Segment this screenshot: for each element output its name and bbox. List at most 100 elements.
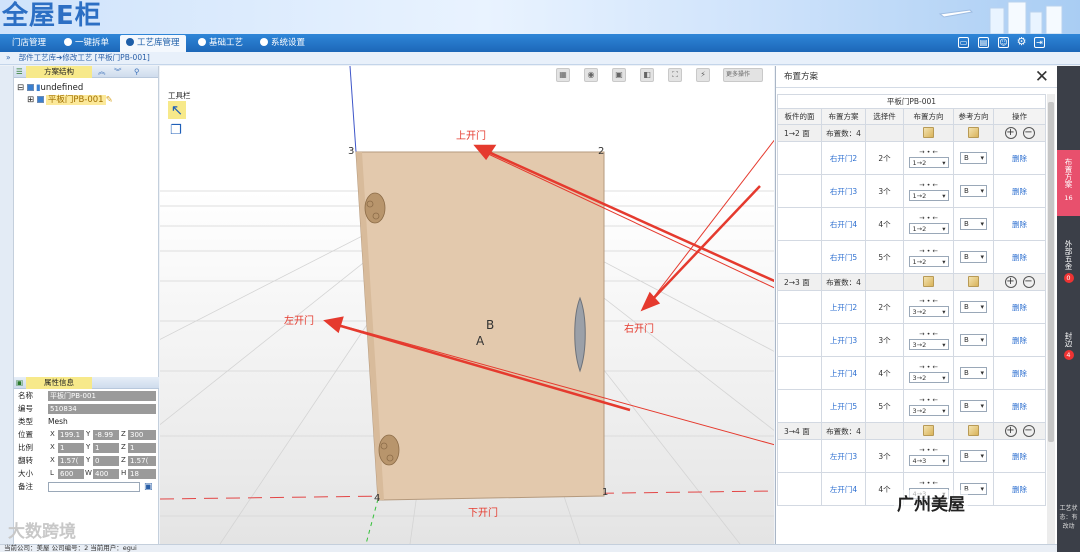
checkbox[interactable] (36, 96, 44, 103)
reference-select[interactable]: B (960, 334, 987, 346)
pos-y-field[interactable]: -8.99 (93, 430, 119, 440)
add-icon[interactable]: + (1004, 425, 1017, 437)
remove-icon[interactable]: − (1022, 127, 1035, 139)
pointer-tool-icon[interactable]: ↖ (168, 101, 186, 119)
user-icon[interactable]: ☺ (998, 37, 1009, 48)
pos-x-field[interactable]: 199.1 (58, 430, 84, 440)
size-w-field[interactable]: 400 (93, 469, 119, 479)
delete-link[interactable]: 删除 (1012, 336, 1027, 345)
name-field[interactable]: 平板门PB-001 (48, 391, 156, 401)
direction-select[interactable]: 1→2 (908, 190, 949, 201)
view-select[interactable]: 更多操作 (723, 68, 763, 82)
pos-z-field[interactable]: 300 (128, 430, 156, 440)
size-l-field[interactable]: 600 (58, 469, 84, 479)
edit-icon[interactable] (968, 126, 979, 138)
reference-select[interactable]: B (960, 400, 987, 412)
scale-x-field[interactable]: 1 (58, 443, 84, 453)
tree-node-door[interactable]: ⊞ 平板门PB-001 ✎ (17, 94, 155, 106)
direction-select[interactable]: 3→2 (908, 405, 949, 416)
scheme-link[interactable]: 左开门4 (830, 485, 857, 494)
scale-z-field[interactable]: 1 (128, 443, 156, 453)
direction-select[interactable]: 4→3 (908, 455, 949, 466)
collapse-up-icon[interactable]: ︽ (98, 66, 106, 78)
dock-tab-hardware[interactable]: 外部五金 0 (1057, 236, 1080, 302)
edit-icon[interactable] (968, 275, 979, 287)
reference-select[interactable]: B (960, 185, 987, 197)
breadcrumb-text[interactable]: 部件工艺库➔修改工艺 [平板门PB-001] (19, 53, 150, 62)
delete-link[interactable]: 删除 (1012, 369, 1027, 378)
tab-process-library[interactable]: 工艺库管理 (120, 35, 186, 52)
rot-z-field[interactable]: 1.57( (128, 456, 156, 466)
expand-down-icon[interactable]: ︾ (114, 66, 122, 78)
dock-tab-layout[interactable]: 布置方案 16 (1057, 150, 1080, 216)
book-icon[interactable]: ▤ (978, 37, 989, 48)
direction-select[interactable]: 3→2 (908, 339, 949, 350)
tool-icon-3[interactable]: ▣ (612, 68, 626, 82)
close-icon[interactable]: ✕ (1035, 68, 1049, 86)
remove-icon[interactable]: − (1022, 276, 1035, 288)
code-field[interactable]: 510834 (48, 404, 156, 414)
edit-icon[interactable] (968, 424, 979, 436)
scheme-link[interactable]: 右开门2 (830, 154, 857, 163)
reference-select[interactable]: B (960, 251, 987, 263)
reference-select[interactable]: B (960, 218, 987, 230)
direction-select[interactable]: 1→2 (908, 157, 949, 168)
monitor-icon[interactable]: ▭ (958, 37, 969, 48)
delete-link[interactable]: 删除 (1012, 485, 1027, 494)
scale-y-field[interactable]: 1 (93, 443, 119, 453)
dock-tab-edge-banding[interactable]: 封边 4 (1057, 332, 1080, 372)
direction-select[interactable]: 3→2 (908, 372, 949, 383)
scroll-thumb[interactable] (1048, 102, 1054, 442)
rot-y-field[interactable]: 0 (93, 456, 119, 466)
layers-tool-icon[interactable]: ❐ (170, 124, 184, 138)
delete-link[interactable]: 删除 (1012, 253, 1027, 262)
search-icon[interactable]: ⚲ (134, 66, 140, 78)
save-icon[interactable]: ▣ (144, 481, 153, 494)
scheme-link[interactable]: 右开门5 (830, 253, 857, 262)
reference-select[interactable]: B (960, 301, 987, 313)
delete-link[interactable]: 删除 (1012, 187, 1027, 196)
left-collapse-strip[interactable] (0, 66, 14, 544)
tool-icon-1[interactable]: ▦ (556, 68, 570, 82)
reference-select[interactable]: B (960, 367, 987, 379)
tree-node-root[interactable]: ⊟ ▮undefined (17, 82, 155, 94)
scrollbar[interactable] (1047, 94, 1055, 544)
reference-select[interactable]: B (960, 152, 987, 164)
scheme-link[interactable]: 左开门3 (830, 452, 857, 461)
edit-icon[interactable] (923, 126, 934, 138)
edit-icon[interactable] (923, 275, 934, 287)
3d-viewport[interactable]: ▦ ◉ ▣ ◧ ⛶ ⚡ 更多操作 工具栏 ↖ ❐ 3 2 4 1 B A 上开门… (160, 66, 774, 544)
tool-icon-5[interactable]: ⛶ (668, 68, 682, 82)
direction-select[interactable]: 1→2 (908, 256, 949, 267)
add-icon[interactable]: + (1004, 276, 1017, 288)
note-input[interactable] (48, 482, 140, 492)
scheme-link[interactable]: 上开门2 (830, 303, 857, 312)
delete-link[interactable]: 删除 (1012, 154, 1027, 163)
gear-icon[interactable]: ⚙ (1016, 36, 1027, 48)
exit-icon[interactable]: ⇥ (1034, 37, 1045, 48)
edit-icon[interactable]: ✎ (106, 95, 113, 105)
tool-icon-4[interactable]: ◧ (640, 68, 654, 82)
scheme-link[interactable]: 右开门4 (830, 220, 857, 229)
delete-link[interactable]: 删除 (1012, 303, 1027, 312)
tab-basic-process[interactable]: 基础工艺 (192, 35, 249, 52)
add-icon[interactable]: + (1004, 127, 1017, 139)
direction-select[interactable]: 1→2 (908, 223, 949, 234)
scheme-link[interactable]: 上开门5 (830, 402, 857, 411)
delete-link[interactable]: 删除 (1012, 220, 1027, 229)
size-h-field[interactable]: 18 (128, 469, 156, 479)
tab-one-click-split[interactable]: 一键拆单 (58, 35, 115, 52)
direction-select[interactable]: 3→2 (908, 306, 949, 317)
edit-icon[interactable] (923, 424, 934, 436)
tab-system-settings[interactable]: 系统设置 (254, 35, 311, 52)
delete-link[interactable]: 删除 (1012, 452, 1027, 461)
scheme-link[interactable]: 上开门3 (830, 336, 857, 345)
delete-link[interactable]: 删除 (1012, 402, 1027, 411)
remove-icon[interactable]: − (1022, 425, 1035, 437)
tool-icon-6[interactable]: ⚡ (696, 68, 710, 82)
rot-x-field[interactable]: 1.57( (58, 456, 84, 466)
expand-icon[interactable]: » (6, 53, 11, 62)
checkbox[interactable] (26, 84, 34, 91)
scheme-link[interactable]: 上开门4 (830, 369, 857, 378)
tool-icon-2[interactable]: ◉ (584, 68, 598, 82)
